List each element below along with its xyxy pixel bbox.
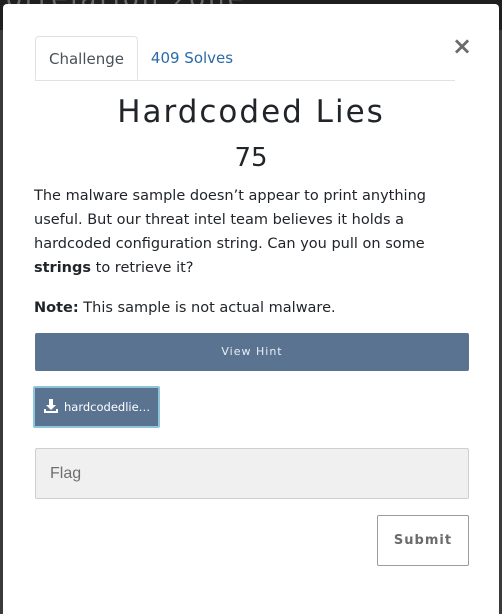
description-bold-text: strings [34,260,92,276]
note-label: Note: [34,300,79,316]
view-hint-button[interactable]: View Hint [35,333,469,371]
challenge-note: Note: This sample is not actual malware. [34,296,474,320]
description-text: The malware sample doesn’t appear to pri… [34,188,426,252]
note-text: This sample is not actual malware. [78,300,336,316]
download-icon [44,399,58,413]
challenge-points: 75 [234,143,268,173]
close-icon[interactable]: × [452,34,472,58]
tab-challenge[interactable]: Challenge [35,36,138,80]
description-text-end: to retrieve it? [91,260,194,276]
challenge-description: The malware sample doesn’t appear to pri… [34,184,474,280]
modal-tabs: Challenge 409 Solves [35,36,455,81]
submit-button[interactable]: Submit [377,515,469,566]
tab-solves[interactable]: 409 Solves [141,36,243,80]
file-download-button[interactable]: hardcodedlies.exe [33,386,160,428]
challenge-modal: Challenge 409 Solves × Hardcoded Lies 75… [3,4,499,614]
challenge-title: Hardcoded Lies [117,94,385,130]
flag-input[interactable] [35,448,469,499]
file-name: hardcodedlies.exe [64,400,154,414]
